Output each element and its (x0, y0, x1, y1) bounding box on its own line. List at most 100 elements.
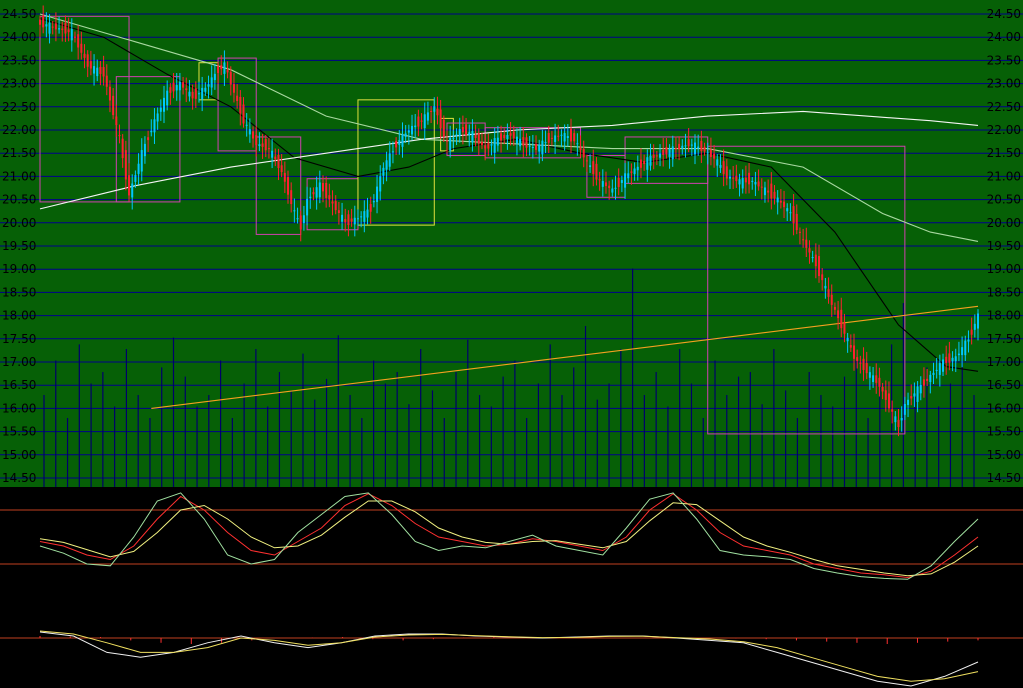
candle-body (169, 87, 172, 93)
candle-body (579, 147, 582, 150)
candle-body (751, 180, 754, 182)
stock-chart: 24.50 24.00 23.50 23.00 22.50 22.00 21.50 21.00… (0, 0, 1023, 688)
candle-body (519, 138, 522, 147)
candle-body (67, 29, 70, 33)
candle-body (684, 145, 687, 147)
candle-body (258, 144, 261, 147)
candle-body (245, 124, 248, 126)
candle-body (592, 161, 595, 175)
candle-body (465, 124, 468, 136)
y-tick-label-right: 18.50 (987, 285, 1021, 299)
candle-body (503, 135, 506, 139)
candle-body (604, 182, 607, 187)
candle-body (420, 120, 423, 122)
candle-body (58, 28, 61, 30)
candle-body (859, 362, 862, 364)
candle-body (143, 143, 146, 157)
candle-body (566, 136, 569, 139)
candle-body (614, 187, 617, 189)
candle-body (404, 133, 407, 137)
candle-body (232, 84, 235, 93)
candle-body (795, 213, 798, 231)
candle-body (99, 66, 102, 74)
y-tick-label-left: 15.00 (2, 448, 36, 462)
candle-body (112, 95, 115, 116)
candle-body (624, 173, 627, 188)
candle-body (525, 137, 528, 148)
candle-body (356, 218, 359, 220)
candle-body (735, 175, 738, 182)
candle-body (350, 218, 353, 222)
candle-body (347, 214, 350, 226)
candle-body (678, 143, 681, 150)
candle-body (945, 356, 948, 363)
candle-body (442, 119, 445, 137)
candle-body (280, 165, 283, 173)
candle-body (649, 155, 652, 166)
candle-body (500, 133, 503, 141)
candle-body (312, 192, 315, 195)
candle-body (798, 231, 801, 233)
candle-body (916, 386, 919, 402)
y-tick-label-left: 20.50 (2, 193, 36, 207)
candle-body (802, 239, 805, 241)
candle-body (547, 132, 550, 143)
y-tick-label-left: 19.50 (2, 239, 36, 253)
candle-body (277, 154, 280, 169)
y-tick-label-right: 21.50 (987, 146, 1021, 160)
candle-body (201, 87, 204, 100)
candle-body (302, 215, 305, 224)
candle-body (131, 183, 134, 198)
y-tick-label-right: 15.00 (987, 448, 1021, 462)
candle-body (789, 212, 792, 214)
y-tick-label-left: 23.50 (2, 53, 36, 67)
candle-body (197, 93, 200, 95)
candle-body (385, 160, 388, 170)
candle-body (140, 150, 143, 172)
candle-body (570, 128, 573, 142)
candle-body (535, 144, 538, 150)
candle-body (115, 116, 118, 126)
candle-body (80, 43, 83, 53)
candle-body (636, 166, 639, 171)
y-tick-label-right: 19.00 (987, 262, 1021, 276)
candle-body (757, 181, 760, 187)
candle-body (430, 111, 433, 113)
candle-body (134, 175, 137, 182)
candle-body (522, 137, 525, 146)
candle-body (773, 191, 776, 199)
candle-body (884, 390, 887, 400)
candle-body (147, 137, 150, 141)
candle-body (487, 142, 490, 149)
candle-body (538, 145, 541, 152)
candle-body (833, 306, 836, 310)
candle-body (239, 96, 242, 114)
candle-body (433, 106, 436, 112)
candle-body (824, 285, 827, 289)
candle-body (935, 369, 938, 371)
candle-body (411, 125, 414, 135)
candle-body (913, 393, 916, 397)
y-tick-label-right: 15.50 (987, 425, 1021, 439)
candle-body (509, 133, 512, 136)
candle-body (334, 201, 337, 211)
candle-body (827, 289, 830, 297)
candle-body (821, 274, 824, 281)
candle-body (321, 183, 324, 192)
candle-body (598, 179, 601, 181)
y-tick-label-left: 19.00 (2, 262, 36, 276)
candle-body (175, 85, 178, 91)
y-tick-label-left: 24.50 (2, 7, 36, 21)
candle-body (153, 119, 156, 133)
candle-body (655, 155, 658, 157)
y-tick-label-left: 17.00 (2, 355, 36, 369)
candle-body (64, 22, 67, 34)
candle-body (662, 149, 665, 155)
candle-body (595, 163, 598, 180)
candle-body (763, 187, 766, 196)
candle-body (709, 149, 712, 157)
candle-body (388, 153, 391, 167)
candle-body (118, 135, 121, 137)
candle-body (891, 409, 894, 412)
y-axis-left: 24.50 24.00 23.50 23.00 22.50 22.00 21.50 21.00… (2, 7, 36, 485)
